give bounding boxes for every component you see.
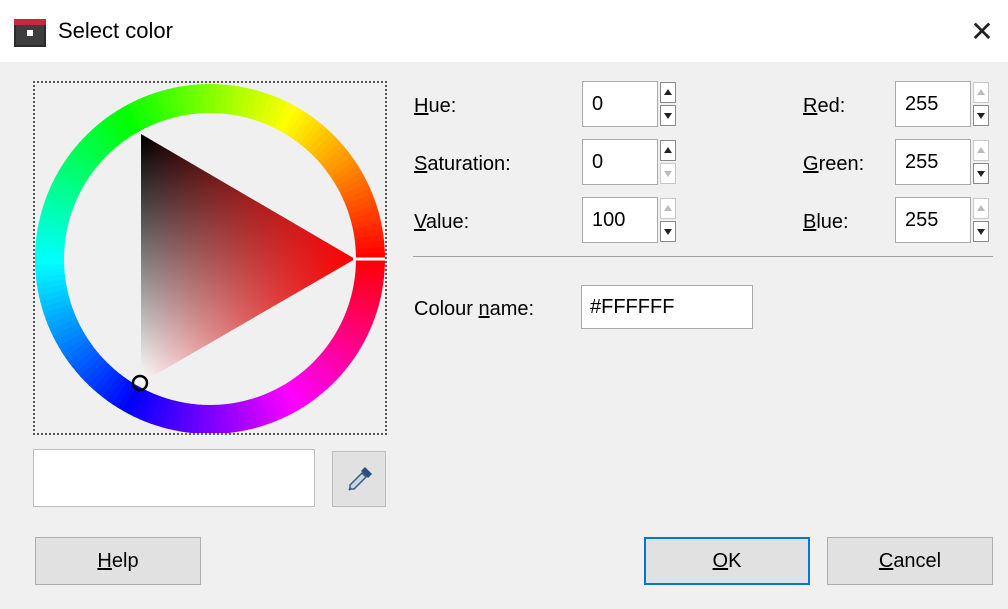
help-button[interactable]: Help — [35, 537, 201, 585]
saturation-decrement — [660, 163, 676, 184]
color-preview — [33, 449, 315, 507]
green-increment — [973, 140, 989, 161]
blue-increment — [973, 198, 989, 219]
value-input[interactable]: 100 — [582, 197, 658, 243]
cancel-button[interactable]: Cancel — [827, 537, 993, 585]
color-wheel-frame[interactable] — [33, 81, 387, 435]
saturation-increment[interactable] — [660, 140, 676, 161]
separator — [413, 256, 993, 257]
red-input[interactable]: 255 — [895, 81, 971, 127]
hue-label: Hue: — [414, 95, 457, 117]
hue-spinner[interactable] — [660, 81, 676, 127]
blue-label: Blue: — [803, 211, 849, 233]
red-spinner[interactable] — [973, 81, 989, 127]
eyedropper-icon — [348, 467, 372, 491]
saturation-value-triangle-hue — [141, 134, 355, 383]
green-label: Green: — [803, 153, 865, 175]
value-spinner[interactable] — [660, 197, 676, 243]
colour-name-label: Colour name: — [414, 298, 535, 320]
window-title: Select color — [58, 18, 173, 43]
color-wheel-canvas[interactable] — [35, 83, 385, 433]
colour-name-field[interactable] — [581, 285, 753, 329]
title-bar[interactable]: Select color ✕ — [0, 0, 1008, 62]
blue-decrement[interactable] — [973, 221, 989, 242]
hue-increment[interactable] — [660, 82, 676, 103]
hue-input[interactable]: 0 — [582, 81, 658, 127]
saturation-label: Saturation: — [414, 153, 511, 175]
red-label: Red: — [803, 95, 846, 117]
value-decrement[interactable] — [660, 221, 676, 242]
saturation-spinner[interactable] — [660, 139, 676, 185]
hue-decrement[interactable] — [660, 105, 676, 126]
green-spinner[interactable] — [973, 139, 989, 185]
green-input[interactable]: 255 — [895, 139, 971, 185]
close-icon[interactable]: ✕ — [964, 14, 1000, 50]
red-increment — [973, 82, 989, 103]
saturation-input[interactable]: 0 — [582, 139, 658, 185]
blue-spinner[interactable] — [973, 197, 989, 243]
blue-input[interactable]: 255 — [895, 197, 971, 243]
value-increment — [660, 198, 676, 219]
red-decrement[interactable] — [973, 105, 989, 126]
colour-name-input[interactable] — [582, 286, 752, 328]
green-decrement[interactable] — [973, 163, 989, 184]
app-icon — [13, 18, 47, 48]
eyedropper-button[interactable] — [332, 451, 386, 507]
ok-button[interactable]: OK — [644, 537, 810, 585]
value-label: Value: — [414, 211, 470, 233]
